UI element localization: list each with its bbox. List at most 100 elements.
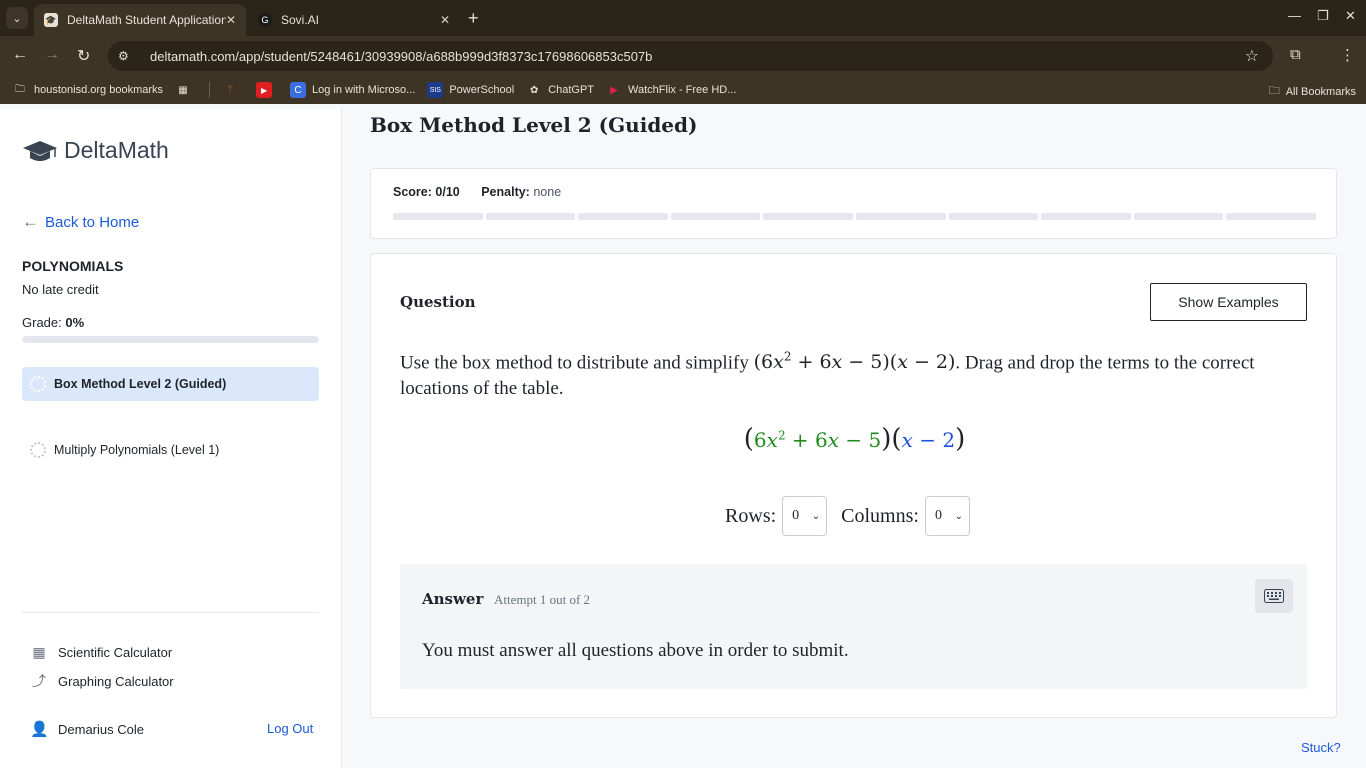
score-segment bbox=[1226, 213, 1316, 220]
minimize-icon[interactable]: — bbox=[1288, 8, 1301, 23]
question-text-before: Use the box method to distribute and sim… bbox=[400, 352, 749, 374]
score-segment bbox=[1133, 213, 1224, 220]
menu-icon[interactable]: ⋮ bbox=[1340, 46, 1355, 64]
folder-icon: 🗀 bbox=[15, 83, 25, 95]
answer-message: You must answer all questions above in o… bbox=[422, 640, 849, 661]
bookmark-watchflix[interactable]: ▶ WatchFlix - Free HD... bbox=[606, 82, 736, 98]
chevron-down-icon: ⌄ bbox=[811, 510, 821, 522]
columns-select[interactable]: 0 ⌄ bbox=[924, 496, 970, 536]
browser-toolbar: ← → ↻ ⚙ deltamath.com/app/student/524846… bbox=[0, 36, 1366, 76]
problem-label: Box Method Level 2 (Guided) bbox=[54, 377, 227, 391]
logout-link[interactable]: Log Out bbox=[267, 721, 313, 736]
rows-label: Rows: bbox=[725, 504, 777, 527]
grade-label: Grade: bbox=[22, 315, 62, 330]
penalty-label: Penalty: bbox=[481, 185, 530, 199]
back-label: Back to Home bbox=[45, 213, 140, 231]
c-icon: C bbox=[290, 82, 307, 98]
page-title: Box Method Level 2 (Guided) bbox=[370, 113, 698, 137]
score-segment bbox=[855, 213, 946, 220]
score-label: Score: bbox=[393, 185, 432, 199]
extensions-icon[interactable]: ⧉ bbox=[1290, 46, 1301, 63]
chevron-down-icon: ⌄ bbox=[954, 510, 963, 522]
problem-item-multiply-polynomials[interactable]: Multiply Polynomials (Level 1) bbox=[22, 433, 319, 467]
score-segment bbox=[393, 213, 483, 220]
bookmarks-bar: 🗀 houstonisd.org bookmarks ▦ ᛉ ▶ C Log in … bbox=[0, 76, 1366, 104]
deltamath-logo[interactable]: DeltaMath bbox=[22, 137, 169, 164]
restore-icon[interactable]: ❐ bbox=[1317, 8, 1329, 24]
folder-icon: 🗀 bbox=[1268, 85, 1280, 97]
bookmark-houstonisd[interactable]: 🗀 houstonisd.org bookmarks bbox=[12, 82, 163, 98]
sovi-icon: G bbox=[258, 13, 272, 27]
graphing-calculator-link[interactable]: ⤴ Graphing Calculator bbox=[30, 672, 174, 690]
score-line: Score: 0/10 Penalty: none bbox=[393, 185, 561, 199]
expression-display: (6x2 + 6x − 5)(x − 2) bbox=[743, 424, 966, 454]
score-value: 0/10 bbox=[435, 185, 460, 199]
bookmark-label: Log in with Microso... bbox=[312, 84, 416, 96]
progress-ring-icon bbox=[30, 442, 46, 458]
apps-grid-icon: ▦ bbox=[178, 84, 188, 96]
bookmark-label: ChatGPT bbox=[548, 84, 595, 96]
forward-arrow-icon[interactable]: → bbox=[44, 46, 60, 64]
calculator-icon: ▦ bbox=[32, 643, 46, 660]
new-tab-button[interactable]: + bbox=[468, 8, 479, 29]
question-label: Question bbox=[400, 293, 476, 311]
grade-value: 0% bbox=[65, 315, 85, 330]
keyboard-icon bbox=[1264, 589, 1284, 603]
sis-icon: SIS bbox=[427, 82, 444, 98]
all-bookmarks-button[interactable]: 🗀 All Bookmarks bbox=[1269, 82, 1356, 101]
tab-search-button[interactable]: ⌄ bbox=[6, 7, 28, 29]
all-bookmarks-label: All Bookmarks bbox=[1285, 85, 1356, 98]
score-segment bbox=[578, 213, 668, 220]
bookmark-label: houstonisd.org bookmarks bbox=[34, 84, 164, 96]
url-text: deltamath.com/app/student/5248461/309399… bbox=[150, 48, 653, 64]
score-segment bbox=[948, 213, 1039, 220]
openai-icon: ✿ bbox=[529, 84, 539, 96]
tab-title: DeltaMath Student Application bbox=[67, 13, 226, 27]
stuck-link[interactable]: Stuck? bbox=[1301, 740, 1341, 755]
scientific-calculator-link[interactable]: ▦ Scientific Calculator bbox=[30, 643, 172, 661]
back-to-home-link[interactable]: ← Back to Home bbox=[22, 212, 139, 232]
graduation-cap-icon bbox=[23, 140, 57, 161]
question-text: Use the box method to distribute and sim… bbox=[400, 344, 1300, 402]
score-segment bbox=[763, 213, 853, 220]
problem-item-box-method[interactable]: Box Method Level 2 (Guided) bbox=[22, 367, 319, 401]
close-tab-icon[interactable]: ✕ bbox=[440, 13, 450, 27]
answer-panel: Answer Attempt 1 out of 2 You must answe… bbox=[400, 564, 1307, 689]
browser-tab-bar: ⌄ 🎓 DeltaMath Student Application ✕ G So… bbox=[0, 0, 1366, 36]
columns-value: 0 bbox=[934, 508, 942, 523]
bookmark-deer[interactable]: ᛉ bbox=[222, 82, 244, 98]
score-segment bbox=[670, 213, 761, 220]
progress-ring-icon bbox=[30, 376, 46, 392]
show-examples-button[interactable]: Show Examples bbox=[1150, 283, 1307, 321]
bookmark-separator bbox=[209, 82, 211, 98]
tool-label: Scientific Calculator bbox=[58, 644, 173, 660]
close-tab-icon[interactable]: ✕ bbox=[226, 13, 236, 27]
user-icon: 👤 bbox=[30, 721, 49, 738]
bookmark-youtube[interactable]: ▶ bbox=[256, 82, 278, 98]
score-segment bbox=[485, 213, 576, 220]
bookmark-powerschool[interactable]: SIS PowerSchool bbox=[427, 82, 514, 98]
keyboard-button[interactable] bbox=[1255, 579, 1293, 613]
rows-columns-controls: Rows: 0 ⌄ Columns: 0 ⌄ bbox=[371, 496, 1338, 536]
bookmark-microsoft-login[interactable]: C Log in with Microso... bbox=[290, 82, 415, 98]
arrow-left-icon: ← bbox=[22, 212, 39, 231]
question-expression: (6x2 + 6x − 5)(x − 2) bbox=[753, 350, 956, 374]
rows-select[interactable]: 0 ⌄ bbox=[782, 496, 828, 536]
score-segment bbox=[1041, 213, 1131, 220]
sidebar: DeltaMath ← Back to Home POLYNOMIALS No … bbox=[0, 109, 342, 768]
grade-text: Grade: 0% bbox=[22, 315, 84, 330]
address-bar[interactable]: ⚙ deltamath.com/app/student/5248461/3093… bbox=[108, 41, 1273, 71]
bookmark-apps[interactable]: ▦ bbox=[175, 82, 197, 98]
bookmark-chatgpt[interactable]: ✿ ChatGPT bbox=[526, 82, 594, 98]
back-arrow-icon[interactable]: ← bbox=[12, 46, 28, 64]
answer-label: Answer bbox=[422, 590, 484, 608]
bookmark-star-icon[interactable]: ☆ bbox=[1245, 46, 1259, 66]
close-window-icon[interactable]: ✕ bbox=[1345, 8, 1356, 24]
browser-tab-deltamath[interactable]: 🎓 DeltaMath Student Application ✕ bbox=[34, 4, 246, 36]
score-progress-segments bbox=[393, 213, 1316, 220]
reload-icon[interactable]: ↻ bbox=[77, 46, 90, 66]
graph-icon: ⤴ bbox=[32, 673, 46, 689]
site-info-icon[interactable]: ⚙ bbox=[118, 49, 134, 63]
tool-label: Graphing Calculator bbox=[58, 673, 174, 689]
browser-tab-sovi[interactable]: G Sovi.AI ✕ bbox=[248, 4, 460, 36]
